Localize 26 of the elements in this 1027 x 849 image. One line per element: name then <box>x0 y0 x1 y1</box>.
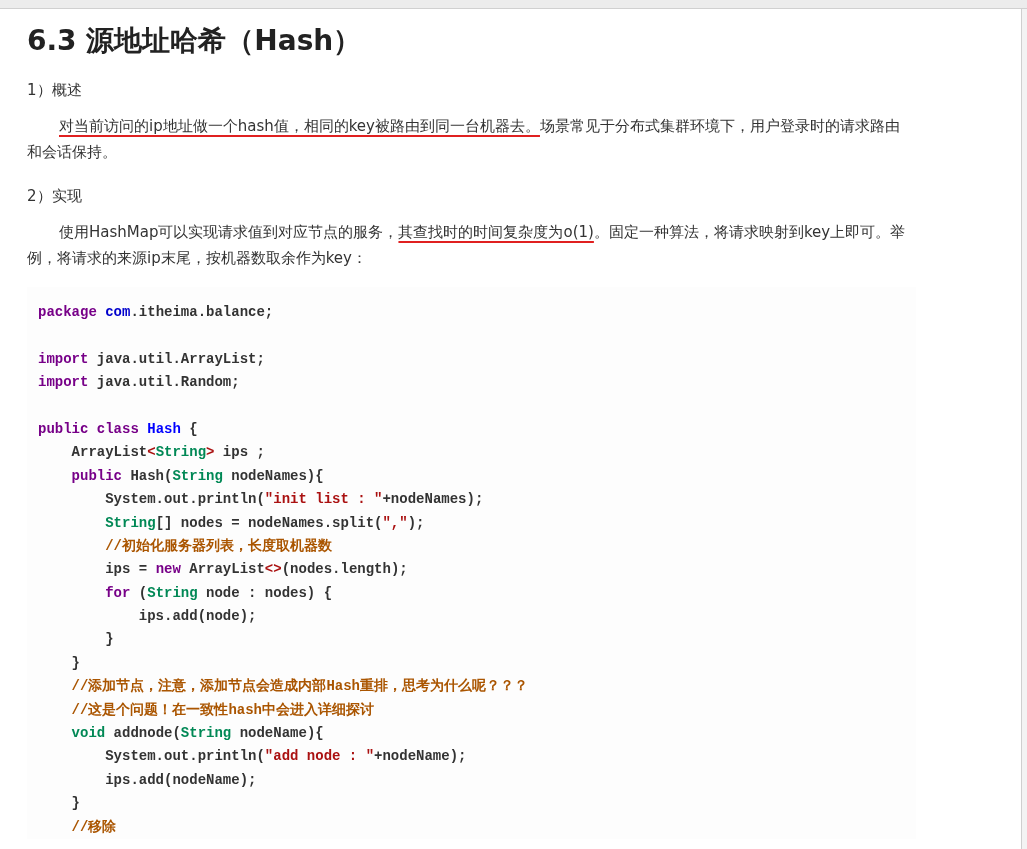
code-line: } <box>70 794 81 814</box>
code-line: import java.util.ArrayList; <box>38 349 266 369</box>
code-line: public class Hash { <box>38 419 199 439</box>
subsection-title: 2）实现 <box>27 186 83 207</box>
code-line: package com.itheima.balance; <box>38 303 275 322</box>
code-line: } <box>70 653 81 673</box>
code-line: ArrayList<String> ips ; <box>70 443 266 463</box>
code-line: //添加节点，注意，添加节点会造成内部Hash重排，思考为什么呢？？？ <box>70 677 529 697</box>
code-line: for (String node : nodes) { <box>104 583 334 603</box>
subsection-title: 1）概述 <box>27 80 83 101</box>
code-line: //移除 <box>70 817 118 837</box>
code-line: System.out.println("add node : "+nodeName); <box>104 747 468 767</box>
code-line: void addnode(String nodeName){ <box>70 724 325 744</box>
code-line: //初始化服务器列表，长度取机器数 <box>104 536 333 556</box>
code-line: ips.add(node); <box>137 607 258 627</box>
code-line: ips = new ArrayList<>(nodes.length); <box>104 560 409 580</box>
code-line: import java.util.Random; <box>38 373 241 393</box>
code-line: ips.add(nodeName); <box>104 770 258 790</box>
paragraph: 对当前访问的ip地址做一个hash值，相同的key被路由到同一台机器去。场景常见于分布式集群环境下，用户登录时的请求路由和会话保持。 <box>27 116 901 163</box>
paragraph: 使用HashMap可以实现请求值到对应节点的服务，其查找时的时间复杂度为o(1)。固定一种算法，将请求映射到key上即可。举例，将请求的来源ip末尾，按机器数取余作为key： <box>27 222 907 269</box>
code-line: //这是个问题！在一致性hash中会进入详细探讨 <box>70 700 375 720</box>
code-line: String[] nodes = nodeNames.split(","); <box>104 513 426 533</box>
section-heading: 6.3 源地址哈希（Hash） <box>27 23 363 59</box>
code-line: } <box>104 630 115 650</box>
code-line: System.out.println("init list : "+nodeNames); <box>104 490 485 510</box>
code-line: public Hash(String nodeNames){ <box>70 466 325 486</box>
